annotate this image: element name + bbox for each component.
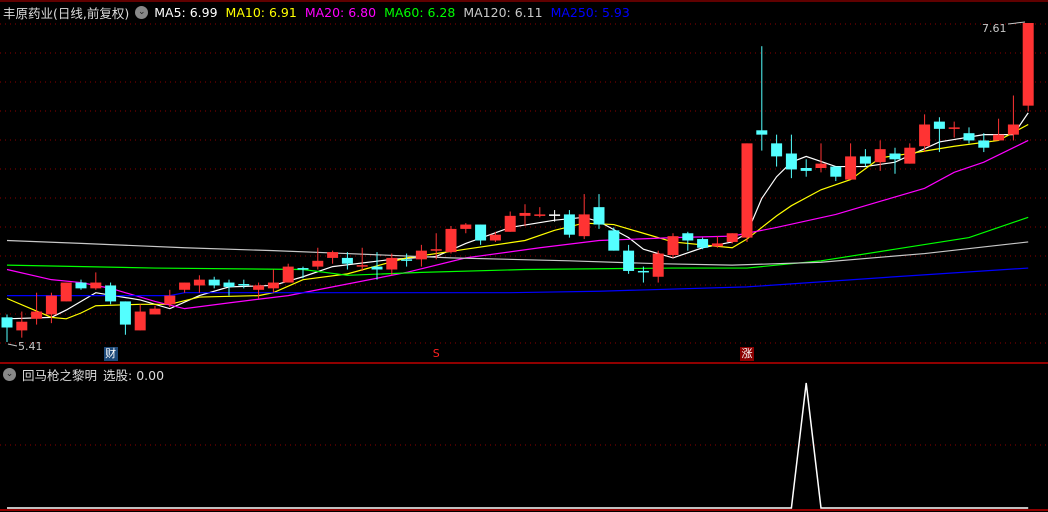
candle-body bbox=[682, 233, 694, 241]
indicator-header: ⌄ 回马枪之黎明 选股: 0.00 bbox=[3, 365, 164, 384]
candle-body bbox=[608, 230, 620, 251]
candle-body bbox=[253, 285, 265, 290]
candle-body bbox=[386, 257, 398, 270]
candle-body bbox=[16, 321, 28, 331]
candle-body bbox=[948, 127, 960, 129]
candle-body bbox=[593, 207, 605, 225]
candle-body bbox=[726, 233, 738, 242]
candle-body bbox=[711, 243, 723, 247]
ma-line-ma5 bbox=[6, 112, 1029, 320]
candle-body bbox=[134, 311, 146, 331]
candle-body bbox=[667, 236, 679, 255]
ma-line-ma250 bbox=[7, 267, 1029, 297]
candle-body bbox=[637, 270, 649, 273]
candle-body bbox=[874, 149, 886, 163]
candle-body bbox=[785, 153, 797, 170]
kline-chart[interactable] bbox=[0, 0, 1048, 512]
candle-body bbox=[963, 133, 975, 141]
candle-body bbox=[697, 239, 709, 248]
candle-body bbox=[652, 253, 664, 277]
candle-body bbox=[771, 143, 783, 157]
candle-body bbox=[297, 268, 309, 270]
candle-body bbox=[756, 130, 768, 135]
candle-body bbox=[31, 311, 43, 319]
candle-body bbox=[489, 234, 501, 241]
high-arrow-icon bbox=[1007, 21, 1026, 25]
ma-legend: MA5: 6.99 MA10: 6.91 MA20: 6.80 MA60: 6.28 M… bbox=[154, 5, 630, 20]
candle-body bbox=[282, 266, 294, 283]
candle-body bbox=[504, 215, 516, 232]
candle-body bbox=[179, 282, 191, 290]
ma-legend-item: MA5: 6.99 bbox=[154, 5, 218, 20]
candle-body bbox=[904, 147, 916, 164]
candle-body bbox=[534, 214, 546, 216]
ma-legend-item: MA20: 6.80 bbox=[304, 5, 377, 20]
candle-body bbox=[800, 168, 812, 171]
indicator-value: 选股: 0.00 bbox=[103, 368, 165, 383]
ma-legend-item: MA60: 6.28 bbox=[384, 5, 456, 20]
candle-body bbox=[519, 212, 531, 216]
candle-body bbox=[415, 250, 427, 260]
ma-legend-item: MA250: 5.93 bbox=[550, 5, 630, 20]
candle-body bbox=[1022, 23, 1034, 106]
candle-body bbox=[119, 301, 131, 325]
candle-body bbox=[578, 214, 590, 237]
candle-body bbox=[830, 166, 842, 177]
candle-body bbox=[815, 163, 827, 168]
candle-body bbox=[845, 156, 857, 180]
candle-body bbox=[549, 214, 561, 216]
candle-body bbox=[993, 134, 1005, 141]
stock-title: 丰原药业(日线,前复权) bbox=[3, 6, 130, 21]
candle-body bbox=[45, 295, 57, 315]
candle-body bbox=[193, 279, 205, 286]
candle-body bbox=[75, 282, 87, 289]
candle-body bbox=[90, 282, 102, 289]
high-price-label: 7.61 bbox=[982, 22, 1007, 35]
candle-body bbox=[164, 295, 176, 305]
candle-body bbox=[741, 143, 753, 238]
candle-body bbox=[371, 266, 383, 270]
candle-body bbox=[430, 249, 442, 251]
candle-body bbox=[978, 140, 990, 148]
candle-body bbox=[563, 214, 575, 235]
candle-body bbox=[208, 279, 220, 286]
candle-body bbox=[623, 250, 635, 271]
candle-body bbox=[356, 265, 368, 267]
event-marker[interactable]: 涨 bbox=[740, 347, 754, 361]
candle-body bbox=[889, 153, 901, 160]
candle-body bbox=[933, 121, 945, 129]
candle-body bbox=[60, 282, 72, 302]
event-marker[interactable]: 财 bbox=[103, 347, 118, 361]
candle-body bbox=[1, 317, 13, 328]
event-marker[interactable]: S bbox=[429, 347, 443, 361]
candle-body bbox=[149, 308, 161, 315]
candle-body bbox=[341, 257, 353, 264]
candle-body bbox=[401, 259, 413, 261]
candle-body bbox=[312, 260, 324, 267]
low-arrow-icon bbox=[7, 343, 18, 347]
candle-body bbox=[1007, 124, 1019, 135]
candle-body bbox=[105, 285, 117, 302]
ma-legend-item: MA10: 6.91 bbox=[225, 5, 297, 20]
indicator-name: 回马枪之黎明 bbox=[22, 368, 98, 383]
main-chart-header: 丰原药业(日线,前复权) ⌄ MA5: 6.99 MA10: 6.91 MA20: … bbox=[3, 3, 630, 22]
candle-body bbox=[327, 252, 339, 258]
candle-body bbox=[223, 282, 235, 287]
candle-body bbox=[919, 124, 931, 147]
chevron-down-icon[interactable]: ⌄ bbox=[135, 6, 149, 19]
ma-legend-item: MA120: 6.11 bbox=[463, 5, 543, 20]
candle-body bbox=[460, 224, 472, 229]
candle-body bbox=[445, 228, 457, 253]
candle-body bbox=[238, 284, 250, 286]
low-price-label: 5.41 bbox=[18, 340, 43, 353]
candle-body bbox=[475, 224, 487, 241]
candle-body bbox=[859, 156, 871, 164]
chevron-down-icon[interactable]: ⌄ bbox=[3, 368, 16, 381]
candle-body bbox=[267, 282, 279, 289]
